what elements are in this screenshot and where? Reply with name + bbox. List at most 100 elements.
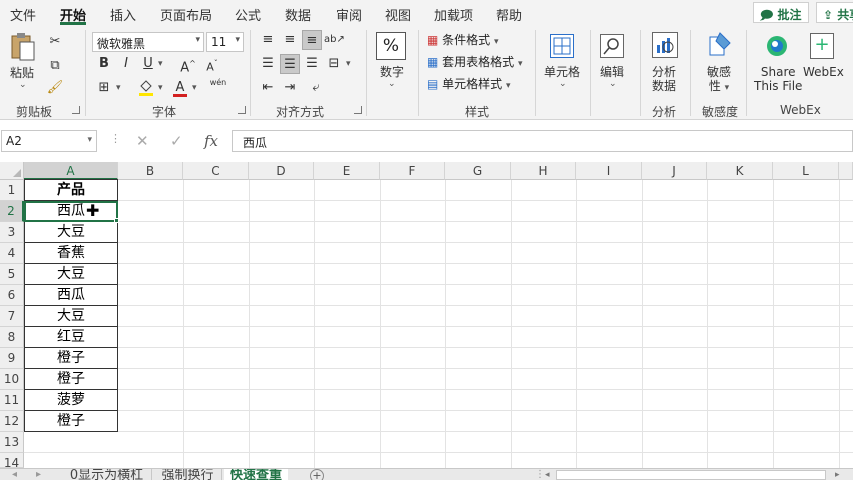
number-format-button[interactable]: 数字: [380, 63, 404, 80]
fill-color-dropdown-icon[interactable]: ▾: [158, 83, 163, 93]
cell-a9[interactable]: 橙子: [24, 348, 118, 369]
cell-a3[interactable]: 大豆: [24, 222, 118, 243]
tab-help[interactable]: 帮助: [496, 5, 522, 24]
cell-a10[interactable]: 橙子: [24, 369, 118, 390]
analyze-data-button[interactable]: 分析 数据: [652, 65, 676, 93]
scroll-right-icon[interactable]: ▸: [36, 469, 41, 480]
align-right-icon[interactable]: ☰: [302, 54, 322, 74]
scroll-left-icon[interactable]: ◂: [12, 469, 17, 480]
alignment-launcher-icon[interactable]: [354, 106, 362, 114]
decrease-indent-icon[interactable]: ⇤: [258, 78, 278, 98]
copy-icon[interactable]: ⧉: [45, 56, 65, 76]
cell-a11[interactable]: 菠萝: [24, 390, 118, 411]
fill-handle[interactable]: [114, 218, 119, 223]
column-header-h[interactable]: H: [511, 162, 576, 180]
cell-a8[interactable]: 红豆: [24, 327, 118, 348]
font-launcher-icon[interactable]: [238, 106, 246, 114]
cell-styles-button[interactable]: ▤ 单元格样式 ▾: [427, 75, 511, 92]
column-header-c[interactable]: C: [183, 162, 249, 180]
worksheet-grid[interactable]: A B C D E F G H I J K L 1 2 3 4 5 6 7 8 …: [0, 162, 853, 470]
webex-button[interactable]: WebEx: [803, 65, 844, 79]
insert-function-button[interactable]: fx: [204, 132, 218, 150]
row-header[interactable]: 2: [0, 201, 24, 222]
font-name-select[interactable]: 微软雅黑 ▾: [92, 32, 204, 52]
cancel-icon[interactable]: ✕: [136, 132, 149, 150]
row-header[interactable]: 11: [0, 390, 24, 411]
align-bottom-icon[interactable]: ≡: [302, 30, 322, 50]
tab-add-ins[interactable]: 加载项: [434, 5, 473, 24]
cell-a6[interactable]: 西瓜: [24, 285, 118, 306]
row-header[interactable]: 6: [0, 285, 24, 306]
analyze-data-icon[interactable]: [652, 32, 678, 58]
column-header-l[interactable]: L: [773, 162, 839, 180]
column-header-g[interactable]: G: [445, 162, 511, 180]
underline-dropdown-icon[interactable]: ▾: [158, 59, 163, 69]
align-left-icon[interactable]: ☰: [258, 54, 278, 74]
cells-dropdown-icon[interactable]: ⌄: [559, 79, 567, 89]
align-top-icon[interactable]: ≡: [258, 30, 278, 50]
share-this-file-button[interactable]: Share This File: [754, 65, 802, 93]
row-header[interactable]: 4: [0, 243, 24, 264]
align-middle-icon[interactable]: ≡: [280, 30, 300, 50]
enter-icon[interactable]: ✓: [170, 132, 183, 150]
row-header[interactable]: 1: [0, 180, 24, 201]
row-header[interactable]: 13: [0, 432, 24, 453]
tab-insert[interactable]: 插入: [110, 5, 136, 24]
fill-color-icon[interactable]: [136, 78, 156, 98]
wrap-text-icon[interactable]: ⤶: [306, 78, 326, 98]
number-dropdown-icon[interactable]: ⌄: [388, 79, 396, 89]
conditional-formatting-button[interactable]: ▦ 条件格式 ▾: [427, 31, 499, 48]
row-header[interactable]: 12: [0, 411, 24, 432]
orientation-icon[interactable]: ab↗: [324, 30, 345, 50]
bold-button[interactable]: B: [94, 54, 114, 74]
editing-button[interactable]: 编辑: [600, 63, 624, 80]
tab-review[interactable]: 审阅: [336, 5, 362, 24]
tab-page-layout[interactable]: 页面布局: [160, 5, 212, 24]
cells-button[interactable]: 单元格: [544, 63, 580, 80]
merge-dropdown-icon[interactable]: ▾: [346, 59, 351, 69]
cell-a5[interactable]: 大豆: [24, 264, 118, 285]
paste-button[interactable]: 粘贴 ⌄: [8, 32, 38, 90]
format-painter-icon[interactable]: 🖌: [45, 78, 65, 98]
column-header-b[interactable]: B: [118, 162, 183, 180]
row-header[interactable]: 8: [0, 327, 24, 348]
column-header-m[interactable]: [839, 162, 853, 180]
grow-font-button[interactable]: A^: [178, 54, 198, 75]
sheet-tab-dash[interactable]: 0显示为横杠: [62, 469, 152, 480]
cell-a1[interactable]: 产品: [24, 179, 118, 201]
shrink-font-button[interactable]: Aˇ: [202, 54, 222, 74]
cell-a4[interactable]: 香蕉: [24, 243, 118, 264]
editing-icon[interactable]: [600, 34, 624, 58]
tab-data[interactable]: 数据: [285, 5, 311, 24]
share-button[interactable]: ⇪ 共享: [816, 2, 853, 23]
row-header[interactable]: 7: [0, 306, 24, 327]
column-header-f[interactable]: F: [380, 162, 445, 180]
column-header-i[interactable]: I: [576, 162, 642, 180]
format-as-table-button[interactable]: ▦ 套用表格格式 ▾: [427, 53, 523, 70]
cell-a7[interactable]: 大豆: [24, 306, 118, 327]
sheet-tab-wrap[interactable]: 强制换行: [154, 469, 222, 480]
font-size-select[interactable]: 11 ▾: [206, 32, 244, 52]
tab-view[interactable]: 视图: [385, 5, 411, 24]
increase-indent-icon[interactable]: ⇥: [280, 78, 300, 98]
webex-add-icon[interactable]: +: [810, 33, 834, 59]
tab-formulas[interactable]: 公式: [235, 5, 261, 24]
underline-button[interactable]: U: [138, 54, 158, 74]
name-box[interactable]: A2 ▾: [1, 130, 97, 152]
add-sheet-button[interactable]: +: [310, 469, 324, 480]
borders-icon[interactable]: ⊞: [94, 78, 114, 98]
sensitivity-button[interactable]: 敏感 性 ▾: [707, 65, 731, 95]
paste-dropdown-icon[interactable]: ⌄: [19, 80, 27, 90]
merge-center-icon[interactable]: ⊟: [324, 54, 344, 74]
column-header-k[interactable]: K: [707, 162, 773, 180]
row-header[interactable]: 14: [0, 453, 24, 470]
scroll-left-icon[interactable]: ◂: [545, 469, 550, 480]
comments-button[interactable]: 🗩 批注: [753, 2, 809, 23]
cell-a2[interactable]: 西瓜: [24, 201, 118, 222]
column-header-a[interactable]: A: [24, 162, 118, 180]
borders-dropdown-icon[interactable]: ▾: [116, 83, 121, 93]
column-header-e[interactable]: E: [314, 162, 380, 180]
cells-icon[interactable]: [550, 34, 574, 58]
tab-split-handle-icon[interactable]: ⋮: [535, 469, 545, 480]
cut-icon[interactable]: ✂: [45, 32, 65, 52]
